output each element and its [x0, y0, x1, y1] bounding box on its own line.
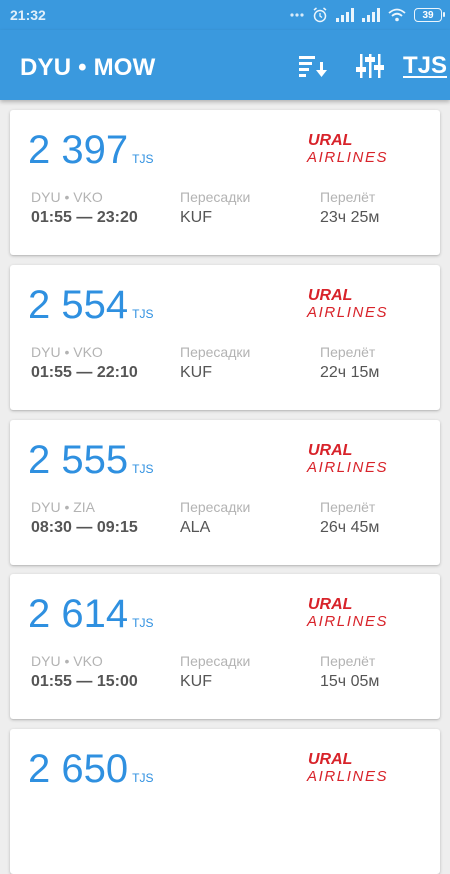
price-value: 2 555	[28, 438, 129, 482]
ural-airlines-logo: URAL AIRLINES	[306, 596, 388, 630]
ural-airlines-logo: URAL AIRLINES	[306, 287, 388, 321]
svg-text:AIRLINES: AIRLINES	[306, 613, 388, 630]
price-currency: TJS	[132, 307, 154, 321]
ural-airlines-logo: URAL AIRLINES	[306, 751, 388, 785]
transfer-info: Пересадки ALA	[180, 498, 250, 539]
price-value: 2 614	[28, 592, 129, 636]
price-value: 2 650	[28, 747, 129, 791]
currency-button[interactable]: TJS	[403, 52, 447, 80]
route-info: DYU • VKO 01:55 — 22:10	[31, 343, 138, 384]
route-label: DYU • VKO	[31, 189, 103, 205]
svg-text:URAL: URAL	[308, 132, 352, 149]
price-currency: TJS	[132, 462, 154, 476]
duration-info: Перелёт 15ч 05м	[320, 652, 379, 693]
app-bar: DYU • MOW TJS	[0, 30, 450, 100]
price-value: 2 397	[28, 128, 129, 172]
svg-text:URAL: URAL	[308, 596, 352, 613]
price: 2 650 TJS	[28, 747, 153, 800]
duration-value: 15ч 05м	[320, 673, 380, 690]
route-label: DYU • VKO	[31, 653, 103, 669]
svg-text:AIRLINES: AIRLINES	[306, 304, 388, 321]
transfers-label: Пересадки	[180, 344, 251, 360]
transfers-label: Пересадки	[180, 499, 251, 515]
price: 2 555 TJS	[28, 438, 153, 491]
price: 2 554 TJS	[28, 283, 153, 336]
duration-value: 26ч 45м	[320, 519, 380, 536]
route-label: DYU • ZIA	[31, 499, 96, 515]
ural-airlines-logo: URAL AIRLINES	[306, 132, 388, 166]
duration-info: Перелёт 23ч 25м	[320, 188, 379, 229]
transfers-value: ALA	[180, 519, 211, 536]
transfers-value: KUF	[180, 364, 212, 381]
flight-time: 08:30 — 09:15	[31, 519, 138, 536]
filter-icon	[356, 54, 384, 78]
price: 2 614 TJS	[28, 592, 153, 645]
duration-label: Перелёт	[320, 344, 376, 360]
flight-card[interactable]: 2 554 TJS URAL AIRLINES DYU • VKO 01:55 —…	[10, 265, 440, 410]
transfer-info: Пересадки KUF	[180, 343, 250, 384]
duration-label: Перелёт	[320, 499, 376, 515]
duration-info: Перелёт 22ч 15м	[320, 343, 379, 384]
price: 2 397 TJS	[28, 128, 153, 181]
price-currency: TJS	[132, 771, 154, 785]
sort-icon	[299, 56, 327, 77]
dots-icon	[290, 13, 304, 17]
flight-time: 01:55 — 15:00	[31, 673, 138, 690]
flight-card[interactable]: 2 614 TJS URAL AIRLINES DYU • VKO 01:55 —…	[10, 574, 440, 719]
route-title: DYU • MOW	[20, 54, 156, 81]
svg-text:URAL: URAL	[308, 287, 352, 304]
flight-card[interactable]: 2 397 TJS URAL AIRLINES DYU • VKO 01:55 —…	[10, 110, 440, 255]
route-info: DYU • VKO 01:55 — 23:20	[31, 188, 138, 229]
signal-icon-2	[362, 8, 380, 22]
duration-label: Перелёт	[320, 189, 376, 205]
svg-text:URAL: URAL	[308, 751, 352, 768]
signal-icon	[336, 8, 354, 22]
status-time: 21:32	[10, 7, 46, 23]
status-icons: 39	[290, 6, 445, 24]
battery-icon: 39	[414, 8, 445, 22]
route-info: DYU • ZIA 08:30 — 09:15	[31, 498, 138, 539]
price-value: 2 554	[28, 283, 129, 327]
transfers-label: Пересадки	[180, 189, 251, 205]
price-currency: TJS	[132, 152, 154, 166]
wifi-icon	[388, 8, 406, 22]
route-info: DYU • VKO 01:55 — 15:00	[31, 652, 138, 693]
transfer-info: Пересадки KUF	[180, 188, 250, 229]
alarm-icon	[313, 7, 327, 23]
status-bar: 21:32 39	[0, 0, 450, 30]
duration-info: Перелёт 26ч 45м	[320, 498, 379, 539]
duration-value: 23ч 25м	[320, 209, 380, 226]
price-currency: TJS	[132, 616, 154, 630]
filter-button[interactable]	[355, 52, 387, 80]
route-label: DYU • VKO	[31, 344, 103, 360]
flight-card[interactable]: 2 650 TJS URAL AIRLINES	[10, 729, 440, 874]
flight-time: 01:55 — 22:10	[31, 364, 138, 381]
sort-button[interactable]	[296, 52, 330, 80]
flight-card[interactable]: 2 555 TJS URAL AIRLINES DYU • ZIA 08:30 —…	[10, 420, 440, 565]
svg-text:AIRLINES: AIRLINES	[306, 768, 388, 785]
transfers-value: KUF	[180, 209, 212, 226]
svg-text:URAL: URAL	[308, 442, 352, 459]
ural-airlines-logo: URAL AIRLINES	[306, 442, 388, 476]
duration-value: 22ч 15м	[320, 364, 380, 381]
transfers-label: Пересадки	[180, 653, 251, 669]
flight-time: 01:55 — 23:20	[31, 209, 138, 226]
duration-label: Перелёт	[320, 653, 376, 669]
transfer-info: Пересадки KUF	[180, 652, 250, 693]
svg-text:AIRLINES: AIRLINES	[306, 149, 388, 166]
transfers-value: KUF	[180, 673, 212, 690]
svg-text:AIRLINES: AIRLINES	[306, 459, 388, 476]
